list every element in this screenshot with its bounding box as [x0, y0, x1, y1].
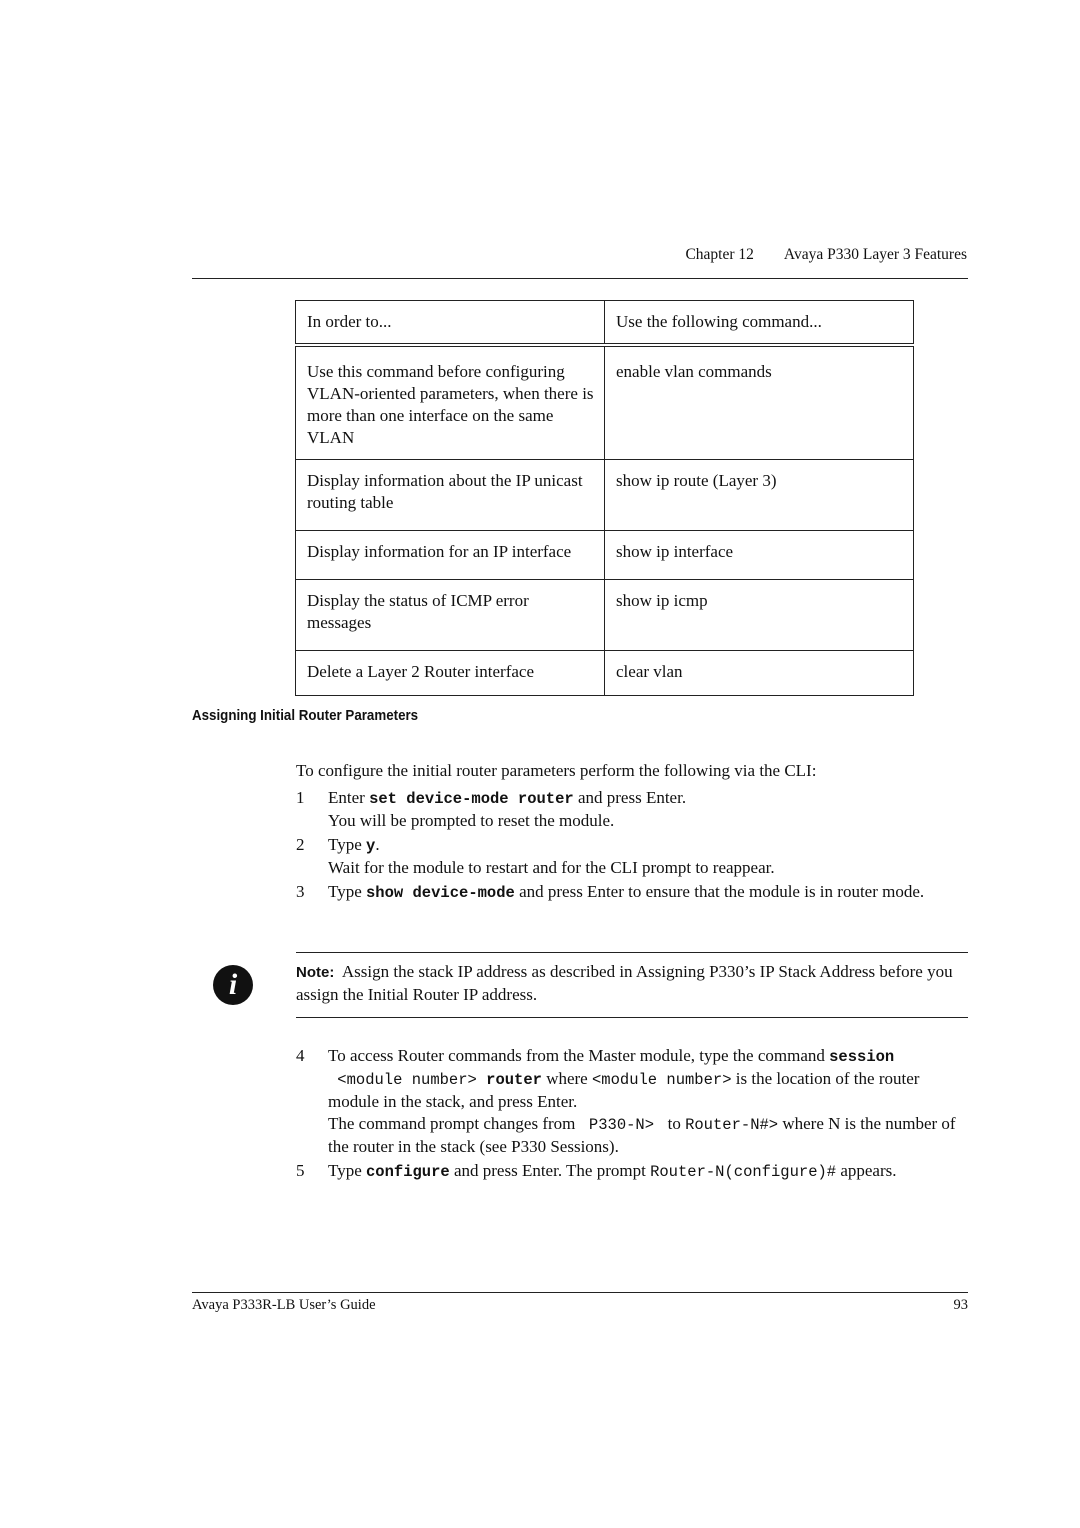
- steps-list-a: 1 Enter set device-mode router and press…: [296, 787, 966, 906]
- cell-purpose: Use this command before configuring VLAN…: [295, 344, 605, 460]
- cell-purpose: Display information about the IP unicast…: [295, 459, 605, 531]
- step-detail: You will be prompted to reset the module…: [328, 811, 615, 830]
- cell-command: show ip interface: [604, 530, 914, 580]
- command-code: show device-mode: [366, 884, 515, 902]
- note-bottom-rule: [296, 1017, 968, 1018]
- step-item: 5 Type configure and press Enter. The pr…: [296, 1160, 966, 1183]
- cell-purpose: Display information for an IP interface: [295, 530, 605, 580]
- intro-paragraph: To configure the initial router paramete…: [296, 761, 817, 780]
- command-code: set device-mode router: [369, 790, 574, 808]
- guide-title: Avaya P333R-LB User’s Guide: [192, 1297, 376, 1313]
- step-item: 4 To access Router commands from the Mas…: [296, 1045, 966, 1158]
- command-code: router: [486, 1071, 542, 1089]
- command-code: y: [366, 837, 376, 855]
- chapter-title: Avaya P330 Layer 3 Features: [783, 246, 967, 263]
- step-text: and press Enter to ensure that the modul…: [514, 882, 925, 901]
- note-top-rule: [296, 952, 968, 953]
- step-text: Type: [328, 882, 366, 901]
- page-number: 93: [953, 1297, 969, 1313]
- command-code: session: [829, 1048, 895, 1066]
- step-text: and press Enter. The prompt: [449, 1161, 651, 1180]
- step-number: 1: [296, 788, 305, 807]
- table-row: Display information about the IP unicast…: [295, 459, 914, 531]
- step-text: .: [375, 835, 380, 854]
- command-code: configure: [366, 1163, 450, 1181]
- step-text: To access Router commands from the Maste…: [328, 1046, 830, 1065]
- column-header-purpose: In order to...: [295, 300, 605, 347]
- column-header-command: Use the following command...: [604, 300, 914, 347]
- step-number: 2: [296, 835, 305, 854]
- prompt-code: Router-N#>: [685, 1116, 779, 1134]
- prompt-code: P330-N>: [579, 1116, 664, 1134]
- running-footer: Avaya P333R-LB User’s Guide 93: [192, 1297, 968, 1314]
- command-argument: <module number>: [328, 1071, 487, 1089]
- table-row: Display information for an IP interface …: [295, 530, 914, 580]
- cell-command: enable vlan commands: [604, 344, 914, 460]
- cell-command: clear vlan: [604, 650, 914, 696]
- steps-list-b: 4 To access Router commands from the Mas…: [296, 1045, 966, 1185]
- step-detail: Wait for the module to restart and for t…: [328, 858, 775, 877]
- step-text: Enter: [328, 788, 370, 807]
- step-number: 5: [296, 1161, 305, 1180]
- cell-purpose: Display the status of ICMP error message…: [295, 579, 605, 651]
- step-number: 4: [296, 1046, 305, 1065]
- step-text: where: [541, 1069, 592, 1088]
- table-row: Use this command before configuring VLAN…: [295, 344, 914, 460]
- note-label: Note:: [296, 964, 335, 981]
- command-argument: <module number>: [591, 1071, 732, 1089]
- section-heading: Assigning Initial Router Parameters: [192, 708, 419, 724]
- footer-rule: [192, 1292, 968, 1293]
- step-text: and press Enter.: [573, 788, 687, 807]
- table-header-row: In order to... Use the following command…: [295, 300, 914, 347]
- chapter-number: Chapter 12: [685, 246, 754, 263]
- cell-purpose: Delete a Layer 2 Router interface: [295, 650, 605, 696]
- step-text: Type: [328, 835, 366, 854]
- note-box: Note: Assign the stack IP address as des…: [296, 961, 968, 1006]
- step-number: 3: [296, 882, 305, 901]
- step-text: Type: [328, 1161, 366, 1180]
- step-item: 2 Type y. Wait for the module to restart…: [296, 834, 966, 879]
- step-item: 1 Enter set device-mode router and press…: [296, 787, 966, 832]
- info-icon: i: [213, 965, 253, 1005]
- prompt-code: Router-N(configure)#: [650, 1163, 837, 1181]
- step-text: The command prompt changes from: [328, 1114, 580, 1133]
- header-rule: [192, 278, 968, 279]
- table-row: Display the status of ICMP error message…: [295, 579, 914, 651]
- note-text: Assign the stack IP address as described…: [296, 962, 953, 1004]
- table-row: Delete a Layer 2 Router interface clear …: [295, 650, 914, 696]
- cell-command: show ip icmp: [604, 579, 914, 651]
- cell-command: show ip route (Layer 3): [604, 459, 914, 531]
- step-text: to: [663, 1114, 686, 1133]
- step-item: 3 Type show device-mode and press Enter …: [296, 881, 966, 904]
- running-header: Chapter 12 Avaya P330 Layer 3 Features: [685, 246, 967, 264]
- step-text: appears.: [836, 1161, 897, 1180]
- command-table: In order to... Use the following command…: [295, 300, 914, 696]
